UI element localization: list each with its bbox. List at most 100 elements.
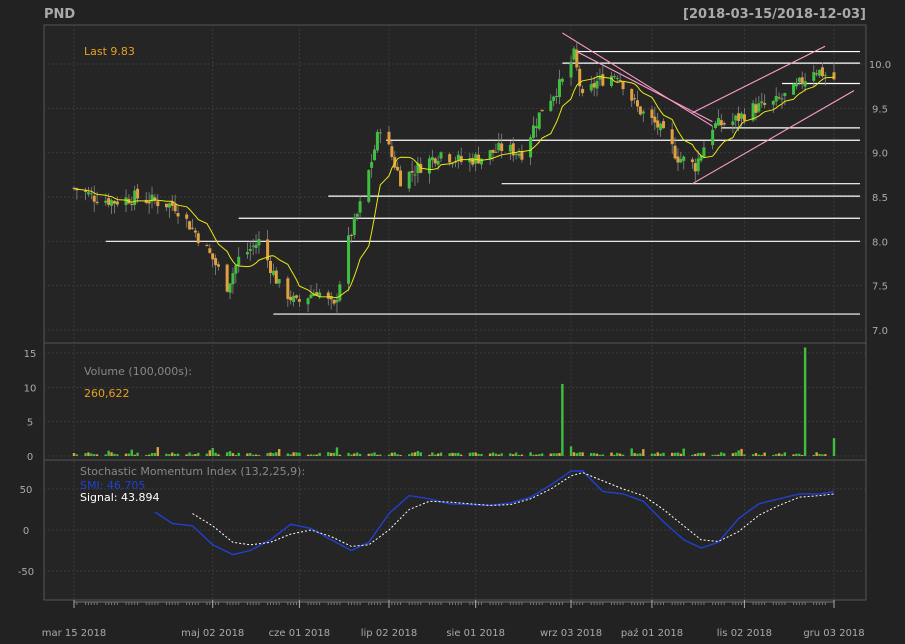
candle-body [635,100,639,107]
volume-bar [598,454,602,456]
candle-body [575,49,579,68]
candle-body [245,252,249,255]
candle-body [540,109,544,112]
volume-bar [191,454,194,456]
x-tick-label: mar 15 2018 [42,628,107,639]
volume-bar [673,452,677,456]
candle-body [370,162,374,168]
candle-body [234,265,238,274]
candle-body [641,111,645,114]
volume-bar [188,452,191,456]
signal-value-label: Signal: 43.894 [80,491,159,504]
volume-bar [578,452,581,456]
candle-body [448,154,452,163]
volume-bar [272,453,275,456]
candle-body [702,147,706,157]
volume-bar [613,454,616,456]
volume-bar [431,452,434,456]
candle-body [774,95,778,102]
candle-body [719,120,723,126]
volume-bar [798,453,801,456]
volume-bar [581,452,584,456]
candle-body [690,159,694,163]
volume-bar [540,453,544,456]
volume-bar [124,453,128,456]
candle-body [130,203,134,205]
candle-body [740,113,744,119]
candle-body [257,239,261,246]
candle-body [167,203,171,208]
candle-body [410,170,414,173]
candle-body [734,115,738,121]
volume-bar [803,347,807,456]
volume-bar [743,454,746,456]
volume-bar [292,452,295,456]
volume-bar [702,452,706,456]
volume-bar [237,452,240,456]
volume-bar [815,452,818,456]
volume-last-value: 260,622 [84,387,130,400]
volume-bar [670,452,674,456]
candle-body [292,295,296,302]
volume-bar [821,454,824,456]
candle-body [214,258,218,266]
candle-body [269,260,273,274]
candle-body [396,166,400,171]
candle-body [289,296,293,301]
volume-bar [75,454,79,456]
volume-bar [633,453,636,456]
volume-bar [812,454,815,456]
volume-bar [517,454,521,456]
candle-body [676,156,680,163]
volume-bar [194,454,197,456]
volume-bar [532,454,535,456]
volume-bar [832,438,836,456]
x-tick-label: lis 02 2018 [717,628,772,639]
volume-bar [211,447,214,456]
candle-body [780,98,784,100]
volume-bar [659,453,662,456]
candle-body [228,283,232,293]
volume-bar [775,454,778,456]
volume-bar [266,453,269,456]
candle-body [185,214,189,219]
volume-bar [696,452,700,456]
volume-bar [107,450,110,456]
price-tick-label: 9.0 [872,149,888,160]
candle-body [231,273,235,285]
volume-bar [656,452,659,456]
volume-bar [491,452,495,456]
volume-bar [679,453,683,456]
volume-bar [639,453,642,456]
candle-body [595,80,599,89]
candle-body [104,200,108,203]
volume-bar [754,453,758,456]
candle-body [332,299,336,304]
volume-bar [168,454,171,456]
volume-bar [801,454,804,456]
price-tick-label: 8.5 [872,193,888,204]
volume-bar [234,454,238,456]
candle-body [248,248,252,251]
candle-body [656,120,660,128]
candle-body [86,192,90,195]
x-tick-label: lip 02 2018 [361,628,417,639]
x-tick-label: sie 01 2018 [446,628,505,639]
candle-body [251,245,255,247]
candle-body [237,256,241,266]
volume-bar [439,452,443,456]
volume-bar [777,453,781,456]
volume-bar [552,453,555,456]
volume-bar [419,452,422,456]
candle-body [349,234,353,236]
volume-bar [731,453,735,456]
volume-bar [434,454,437,456]
volume-bar [217,454,220,456]
volume-bar [621,454,625,456]
x-tick-label: gru 03 2018 [803,628,864,639]
candle-body [754,104,758,113]
volume-bar [561,383,564,456]
volume-bar [509,453,512,456]
volume-bar [569,446,573,456]
price-tick-label: 10.0 [869,60,891,71]
